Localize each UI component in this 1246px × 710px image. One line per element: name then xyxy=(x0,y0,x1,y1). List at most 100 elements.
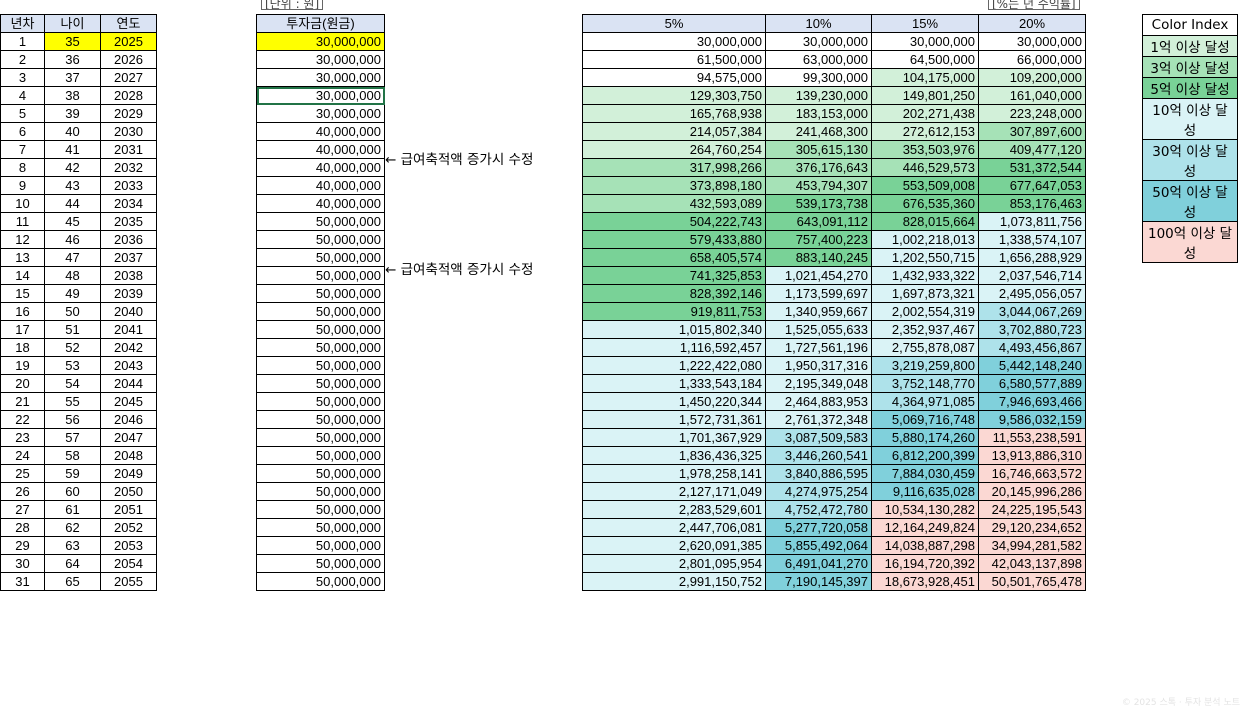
cell-year[interactable]: 2049 xyxy=(100,464,157,483)
cell-value[interactable]: 63,000,000 xyxy=(765,50,872,69)
cell-age[interactable]: 36 xyxy=(44,50,101,69)
cell-year[interactable]: 2038 xyxy=(100,266,157,285)
cell-year[interactable]: 2032 xyxy=(100,158,157,177)
cell-year-no[interactable]: 27 xyxy=(0,500,45,519)
cell-value[interactable]: 677,647,053 xyxy=(978,176,1086,195)
cell-invest[interactable]: 40,000,000 xyxy=(256,158,385,177)
cell-invest[interactable]: 50,000,000 xyxy=(256,464,385,483)
cell-value[interactable]: 2,352,937,467 xyxy=(871,320,979,339)
cell-value[interactable]: 16,746,663,572 xyxy=(978,464,1086,483)
cell-value[interactable]: 30,000,000 xyxy=(978,32,1086,51)
cell-value[interactable]: 4,493,456,867 xyxy=(978,338,1086,357)
cell-year[interactable]: 2047 xyxy=(100,428,157,447)
cell-value[interactable]: 30,000,000 xyxy=(582,32,766,51)
cell-age[interactable]: 53 xyxy=(44,356,101,375)
cell-age[interactable]: 40 xyxy=(44,122,101,141)
cell-invest[interactable]: 50,000,000 xyxy=(256,284,385,303)
cell-value[interactable]: 2,037,546,714 xyxy=(978,266,1086,285)
cell-value[interactable]: 241,468,300 xyxy=(765,122,872,141)
cell-value[interactable]: 7,190,145,397 xyxy=(765,572,872,591)
cell-value[interactable]: 99,300,000 xyxy=(765,68,872,87)
legend-item[interactable]: 100억 이상 달성 xyxy=(1142,221,1238,263)
cell-age[interactable]: 54 xyxy=(44,374,101,393)
cell-value[interactable]: 1,173,599,697 xyxy=(765,284,872,303)
cell-year[interactable]: 2030 xyxy=(100,122,157,141)
cell-value[interactable]: 4,364,971,085 xyxy=(871,392,979,411)
header-age[interactable]: 나이 xyxy=(44,14,101,33)
cell-invest[interactable]: 50,000,000 xyxy=(256,482,385,501)
cell-year-no[interactable]: 12 xyxy=(0,230,45,249)
cell-age[interactable]: 59 xyxy=(44,464,101,483)
cell-value[interactable]: 1,525,055,633 xyxy=(765,320,872,339)
cell-value[interactable]: 2,127,171,049 xyxy=(582,482,766,501)
cell-value[interactable]: 1,222,422,080 xyxy=(582,356,766,375)
cell-value[interactable]: 853,176,463 xyxy=(978,194,1086,213)
cell-value[interactable]: 1,002,218,013 xyxy=(871,230,979,249)
cell-invest[interactable]: 50,000,000 xyxy=(256,266,385,285)
cell-age[interactable]: 55 xyxy=(44,392,101,411)
cell-value[interactable]: 741,325,853 xyxy=(582,266,766,285)
cell-age[interactable]: 62 xyxy=(44,518,101,537)
cell-value[interactable]: 1,572,731,361 xyxy=(582,410,766,429)
cell-value[interactable]: 2,195,349,048 xyxy=(765,374,872,393)
cell-value[interactable]: 2,620,091,385 xyxy=(582,536,766,555)
cell-value[interactable]: 1,727,561,196 xyxy=(765,338,872,357)
cell-value[interactable]: 3,840,886,595 xyxy=(765,464,872,483)
cell-value[interactable]: 1,836,436,325 xyxy=(582,446,766,465)
cell-year[interactable]: 2036 xyxy=(100,230,157,249)
cell-value[interactable]: 828,015,664 xyxy=(871,212,979,231)
cell-value[interactable]: 10,534,130,282 xyxy=(871,500,979,519)
cell-value[interactable]: 4,274,975,254 xyxy=(765,482,872,501)
cell-year[interactable]: 2033 xyxy=(100,176,157,195)
cell-value[interactable]: 3,044,067,269 xyxy=(978,302,1086,321)
cell-value[interactable]: 658,405,574 xyxy=(582,248,766,267)
legend-item[interactable]: 10억 이상 달성 xyxy=(1142,98,1238,140)
cell-age[interactable]: 51 xyxy=(44,320,101,339)
cell-value[interactable]: 272,612,153 xyxy=(871,122,979,141)
cell-age[interactable]: 42 xyxy=(44,158,101,177)
cell-year[interactable]: 2034 xyxy=(100,194,157,213)
cell-value[interactable]: 9,586,032,159 xyxy=(978,410,1086,429)
cell-year-no[interactable]: 30 xyxy=(0,554,45,573)
cell-value[interactable]: 5,855,492,064 xyxy=(765,536,872,555)
cell-value[interactable]: 1,340,959,667 xyxy=(765,302,872,321)
cell-value[interactable]: 409,477,120 xyxy=(978,140,1086,159)
header-year[interactable]: 연도 xyxy=(100,14,157,33)
cell-year-no[interactable]: 23 xyxy=(0,428,45,447)
cell-age[interactable]: 58 xyxy=(44,446,101,465)
cell-value[interactable]: 883,140,245 xyxy=(765,248,872,267)
cell-year-no[interactable]: 11 xyxy=(0,212,45,231)
cell-value[interactable]: 579,433,880 xyxy=(582,230,766,249)
cell-year-no[interactable]: 26 xyxy=(0,482,45,501)
cell-value[interactable]: 30,000,000 xyxy=(871,32,979,51)
cell-invest[interactable]: 50,000,000 xyxy=(256,320,385,339)
cell-year[interactable]: 2055 xyxy=(100,572,157,591)
cell-age[interactable]: 56 xyxy=(44,410,101,429)
cell-age[interactable]: 49 xyxy=(44,284,101,303)
cell-value[interactable]: 1,697,873,321 xyxy=(871,284,979,303)
cell-year-no[interactable]: 15 xyxy=(0,284,45,303)
cell-value[interactable]: 223,248,000 xyxy=(978,104,1086,123)
cell-value[interactable]: 2,283,529,601 xyxy=(582,500,766,519)
cell-value[interactable]: 1,656,288,929 xyxy=(978,248,1086,267)
cell-year-no[interactable]: 17 xyxy=(0,320,45,339)
cell-value[interactable]: 94,575,000 xyxy=(582,68,766,87)
cell-value[interactable]: 676,535,360 xyxy=(871,194,979,213)
cell-year-no[interactable]: 22 xyxy=(0,410,45,429)
legend-item[interactable]: 5억 이상 달성 xyxy=(1142,77,1238,99)
cell-value[interactable]: 446,529,573 xyxy=(871,158,979,177)
cell-age[interactable]: 60 xyxy=(44,482,101,501)
cell-year-no[interactable]: 4 xyxy=(0,86,45,105)
cell-age[interactable]: 48 xyxy=(44,266,101,285)
legend-item[interactable]: 50억 이상 달성 xyxy=(1142,180,1238,222)
cell-age[interactable]: 63 xyxy=(44,536,101,555)
cell-value[interactable]: 109,200,000 xyxy=(978,68,1086,87)
cell-age[interactable]: 46 xyxy=(44,230,101,249)
cell-invest[interactable]: 50,000,000 xyxy=(256,230,385,249)
cell-invest[interactable]: 30,000,000 xyxy=(256,50,385,69)
cell-year-no[interactable]: 14 xyxy=(0,266,45,285)
cell-value[interactable]: 1,450,220,344 xyxy=(582,392,766,411)
cell-value[interactable]: 373,898,180 xyxy=(582,176,766,195)
legend-item[interactable]: 1억 이상 달성 xyxy=(1142,35,1238,57)
cell-invest[interactable]: 40,000,000 xyxy=(256,176,385,195)
